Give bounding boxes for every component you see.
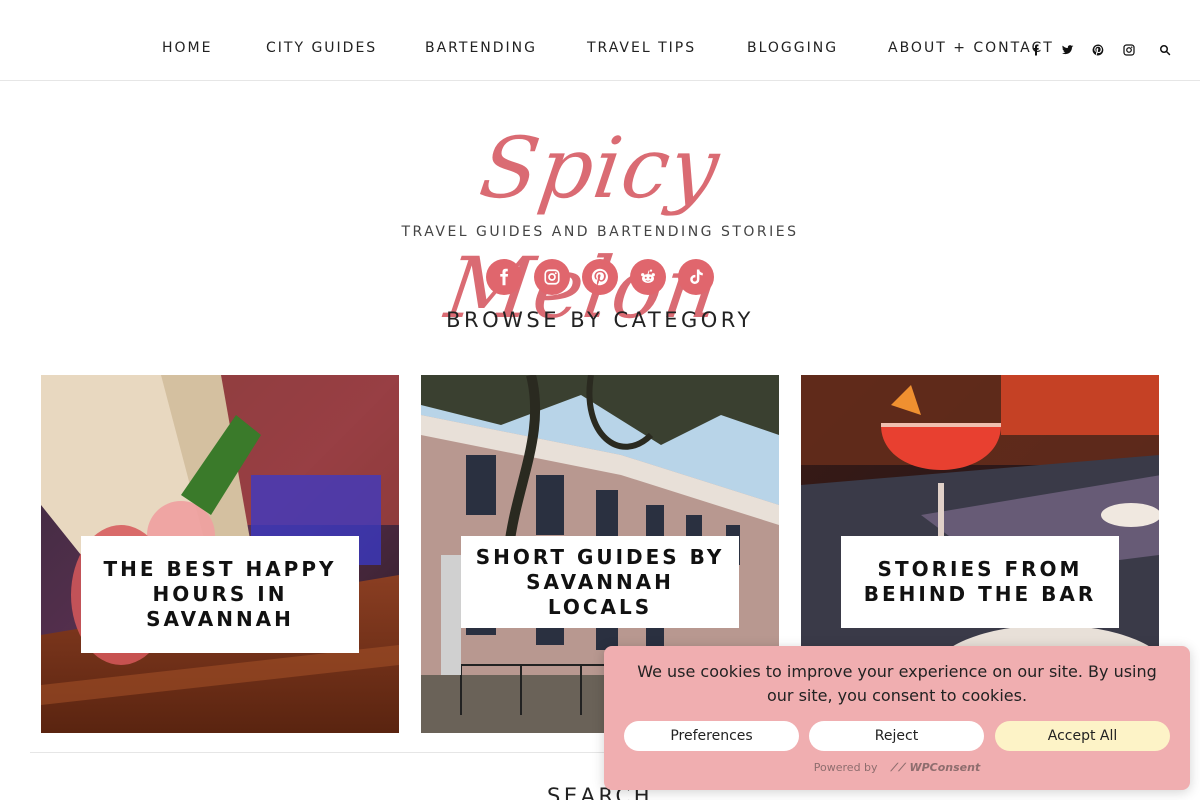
pinterest-icon[interactable]: [1090, 42, 1106, 58]
twitter-icon[interactable]: [1060, 42, 1076, 58]
search-icon[interactable]: [1157, 42, 1173, 58]
powered-by-prefix: Powered by: [813, 761, 878, 774]
card-label[interactable]: STORIES FROM BEHIND THE BAR: [841, 536, 1119, 628]
cookie-powered-by[interactable]: Powered by ⟋⟋ WPConsent: [604, 761, 1190, 775]
tiktok-icon[interactable]: [678, 259, 714, 295]
nav-bartending-link[interactable]: BARTENDING: [425, 40, 537, 56]
card-label[interactable]: THE BEST HAPPY HOURS IN SAVANNAH: [81, 536, 359, 653]
top-navigation-bar: HOME CITY GUIDES BARTENDING TRAVEL TIPS …: [0, 0, 1200, 81]
wpconsent-logo-icon: ⟋⟋: [890, 761, 906, 774]
site-logo[interactable]: Spicy Melon: [392, 108, 809, 337]
card-label[interactable]: SHORT GUIDES BY SAVANNAH LOCALS: [461, 536, 739, 628]
cookie-reject-button[interactable]: Reject: [809, 721, 984, 751]
header-social-icons: [486, 259, 716, 295]
reddit-icon[interactable]: [630, 259, 666, 295]
nav-home-link[interactable]: HOME: [162, 40, 212, 56]
browse-category-heading: BROWSE BY CATEGORY: [446, 308, 754, 332]
facebook-icon[interactable]: [486, 259, 522, 295]
nav-city-guides-link[interactable]: CITY GUIDES: [266, 40, 377, 56]
instagram-icon[interactable]: [534, 259, 570, 295]
cookie-accept-all-button[interactable]: Accept All: [995, 721, 1170, 751]
powered-by-brand: WPConsent: [909, 761, 981, 774]
nav-travel-tips-link[interactable]: TRAVEL TIPS: [587, 40, 696, 56]
facebook-icon[interactable]: [1028, 42, 1044, 58]
cookie-message: We use cookies to improve your experienc…: [637, 662, 1157, 705]
cookie-preferences-button[interactable]: Preferences: [624, 721, 799, 751]
pinterest-icon[interactable]: [582, 259, 618, 295]
category-card-happy-hours[interactable]: THE BEST HAPPY HOURS IN SAVANNAH: [41, 375, 399, 733]
site-tagline: TRAVEL GUIDES AND BARTENDING STORIES: [401, 224, 799, 240]
nav-blogging-link[interactable]: BLOGGING: [747, 40, 838, 56]
cookie-consent-banner: We use cookies to improve your experienc…: [604, 646, 1190, 790]
instagram-icon[interactable]: [1121, 42, 1137, 58]
